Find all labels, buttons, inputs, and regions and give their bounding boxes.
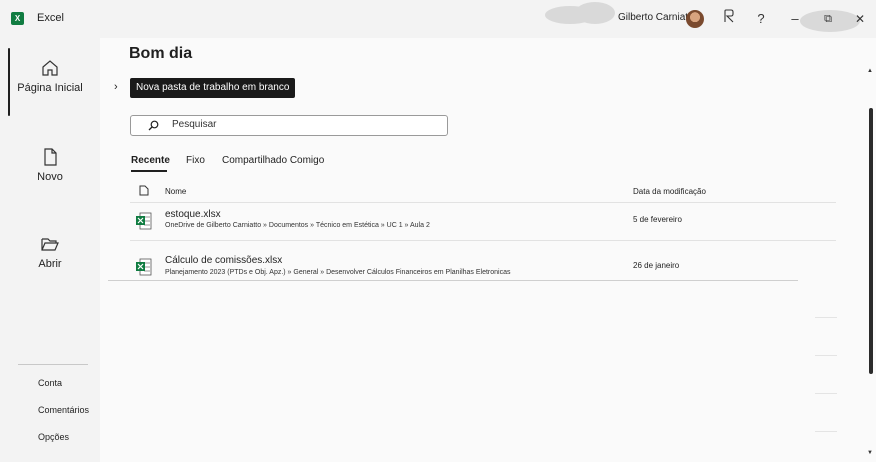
file-path: Planejamento 2023 (PTDs e Obj. Apz.) » G…: [165, 269, 511, 276]
sidebar-link-options[interactable]: Opções: [38, 432, 69, 442]
sidebar-item-home[interactable]: Página Inicial: [0, 58, 100, 94]
divider: [18, 364, 88, 365]
file-date: 5 de fevereiro: [633, 215, 682, 224]
divider: [815, 317, 837, 318]
sidebar-item-label: Novo: [37, 171, 63, 183]
divider: [108, 280, 798, 281]
search-placeholder: Pesquisar: [172, 119, 217, 130]
file-date: 26 de janeiro: [633, 261, 680, 270]
home-icon: [42, 60, 58, 76]
account-name[interactable]: Gilberto Carniatto: [618, 12, 696, 23]
file-name: Cálculo de comissões.xlsx: [165, 255, 283, 266]
divider: [130, 240, 836, 241]
tab-underline: [131, 170, 167, 172]
scrollbar-thumb[interactable]: [869, 108, 873, 374]
close-button[interactable]: ✕: [849, 8, 871, 30]
sidebar: Página Inicial Novo Abrir Conta Comentár…: [0, 38, 100, 462]
xlsx-file-icon: [136, 258, 152, 276]
column-header-name[interactable]: Nome: [165, 187, 186, 196]
search-input[interactable]: Pesquisar: [130, 115, 448, 136]
file-name: estoque.xlsx: [165, 209, 221, 220]
folder-open-icon: [41, 238, 59, 251]
page-title: Bom dia: [129, 45, 193, 62]
avatar[interactable]: [686, 10, 704, 28]
tab-label: Recente: [131, 155, 170, 166]
new-document-icon: [44, 148, 57, 166]
xlsx-file-icon: [136, 212, 152, 230]
column-header-modified[interactable]: Data da modificação: [633, 187, 706, 196]
tab-pinned[interactable]: Fixo: [186, 155, 205, 166]
sidebar-link-feedback[interactable]: Comentários: [38, 405, 89, 415]
app-title: Excel: [37, 12, 64, 24]
table-row[interactable]: Cálculo de comissões.xlsx Planejamento 2…: [130, 252, 836, 280]
table-row[interactable]: estoque.xlsx OneDrive de Gilberto Carnia…: [130, 206, 836, 242]
scroll-up-icon[interactable]: ▲: [867, 68, 873, 74]
file-path: OneDrive de Gilberto Carniatto » Documen…: [165, 222, 430, 229]
sidebar-item-open[interactable]: Abrir: [0, 234, 100, 270]
sidebar-item-label: Página Inicial: [17, 82, 83, 94]
tab-recent[interactable]: Recente: [131, 155, 170, 172]
vertical-scrollbar[interactable]: ▲ ▼: [866, 68, 874, 458]
sidebar-item-label: Abrir: [38, 258, 62, 270]
title-bar: X Excel Gilberto Carniatto ? – ⧉ ✕: [0, 0, 876, 38]
coauthoring-icon[interactable]: [718, 8, 740, 30]
new-blank-workbook-button[interactable]: Nova pasta de trabalho em branco: [130, 78, 296, 98]
divider: [815, 355, 837, 356]
sidebar-item-new[interactable]: Novo: [0, 147, 100, 183]
restore-button[interactable]: ⧉: [817, 8, 839, 30]
help-button[interactable]: ?: [750, 8, 772, 30]
tab-shared[interactable]: Compartilhado Comigo: [222, 155, 324, 166]
chevron-right-icon[interactable]: ›: [114, 81, 118, 93]
divider: [815, 431, 837, 432]
divider: [130, 202, 836, 203]
excel-logo-icon: X: [11, 12, 24, 25]
sidebar-link-account[interactable]: Conta: [38, 378, 62, 388]
scroll-down-icon[interactable]: ▼: [867, 450, 873, 456]
main-content: Bom dia › Nova pasta de trabalho em bran…: [100, 38, 876, 462]
file-icon: [139, 185, 149, 196]
search-icon: [148, 120, 159, 131]
cloud-decoration: [575, 2, 615, 24]
divider: [815, 393, 837, 394]
minimize-button[interactable]: –: [784, 8, 806, 30]
